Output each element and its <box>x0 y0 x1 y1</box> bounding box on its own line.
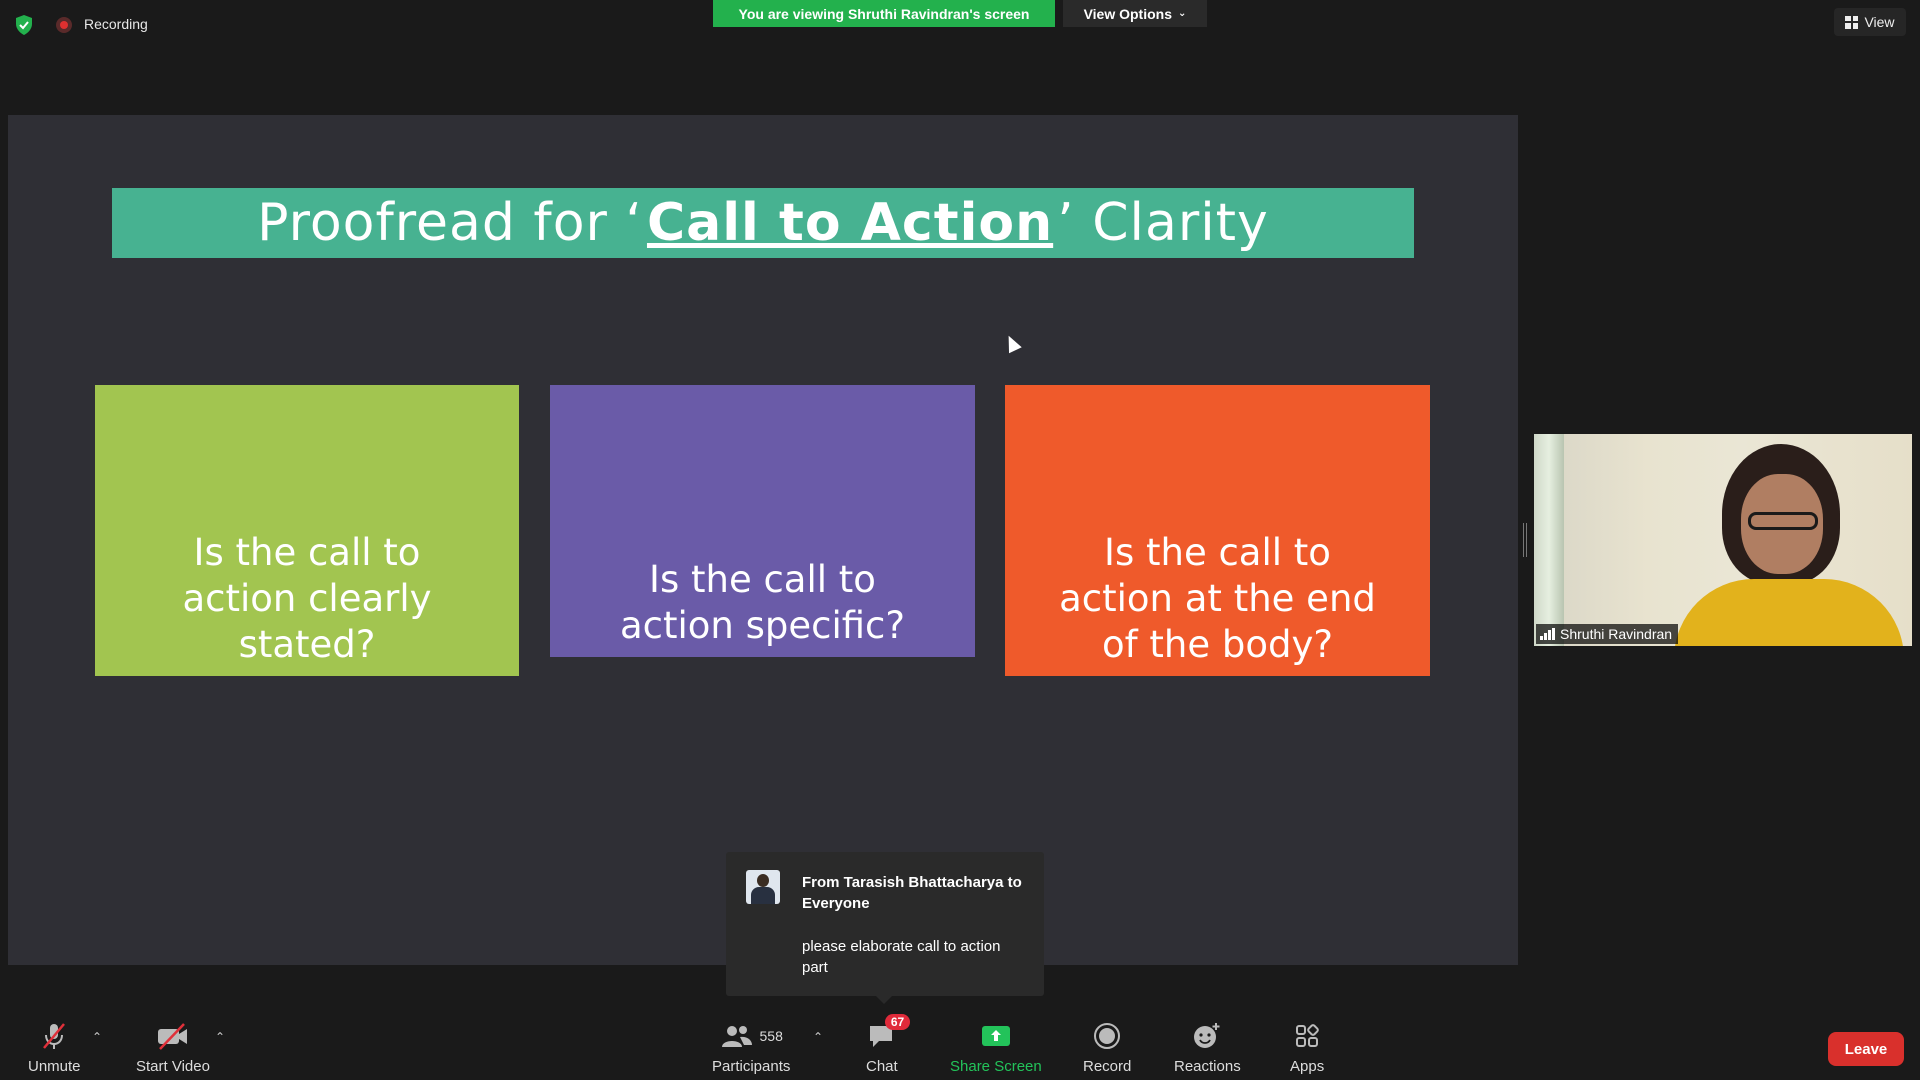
slide-title: Proofread for ‘ Call to Action ’ Clarity <box>112 188 1414 258</box>
chat-notification[interactable]: From Tarasish Bhattacharya to Everyone p… <box>726 852 1044 1004</box>
resize-handle[interactable] <box>1523 523 1527 557</box>
unmute-label: Unmute <box>28 1058 81 1075</box>
record-icon <box>1093 1020 1121 1052</box>
recording-icon[interactable] <box>56 17 72 33</box>
chat-badge: 67 <box>884 1014 911 1030</box>
participants-caret[interactable]: ⌃ <box>813 1030 823 1044</box>
bottom-toolbar: Unmute ⌃ Start Video ⌃ 558 Participants … <box>0 1010 1920 1080</box>
apps-button[interactable]: Apps <box>1290 1020 1324 1075</box>
start-video-button[interactable]: Start Video <box>136 1020 210 1075</box>
viewing-banner: You are viewing Shruthi Ravindran's scre… <box>713 0 1055 27</box>
apps-label: Apps <box>1290 1058 1325 1075</box>
slide-box-end-of-body: Is the call to action at the end of the … <box>1005 385 1430 676</box>
muted-mic-icon <box>39 1020 69 1052</box>
top-bar: Recording You are viewing Shruthi Ravind… <box>0 0 1920 50</box>
reactions-icon <box>1192 1020 1222 1052</box>
speaker-video-tile[interactable] <box>1534 434 1912 646</box>
start-video-label: Start Video <box>136 1058 210 1075</box>
unmute-button[interactable]: Unmute <box>28 1020 81 1075</box>
participants-label: Participants <box>712 1058 791 1075</box>
chat-message: please elaborate call to action part <box>802 938 1001 976</box>
audio-options-caret[interactable]: ⌃ <box>92 1030 102 1044</box>
apps-icon <box>1293 1020 1321 1052</box>
slide-title-suffix: ’ Clarity <box>1057 193 1269 253</box>
share-screen-button[interactable]: Share Screen <box>950 1020 1042 1075</box>
chat-label: Chat <box>866 1058 898 1075</box>
slide-title-prefix: Proofread for ‘ <box>257 193 643 253</box>
share-screen-label: Share Screen <box>950 1058 1042 1075</box>
participants-button[interactable]: 558 Participants <box>712 1020 790 1075</box>
chat-sender: From Tarasish Bhattacharya to Everyone <box>802 874 1022 912</box>
chat-button[interactable]: 67 Chat <box>866 1014 911 1075</box>
slide-box-clearly-stated: Is the call to action clearly stated? <box>95 385 519 676</box>
record-label: Record <box>1083 1058 1132 1075</box>
participants-icon <box>721 1026 752 1047</box>
video-off-icon <box>156 1020 190 1052</box>
recording-label: Recording <box>84 16 148 32</box>
slide-box-specific: Is the call to action specific? <box>550 385 975 657</box>
video-options-caret[interactable]: ⌃ <box>215 1030 225 1044</box>
share-screen-icon <box>980 1020 1012 1052</box>
reactions-label: Reactions <box>1174 1058 1241 1075</box>
view-options-label: View Options <box>1083 5 1173 22</box>
speaker-name-tag: Shruthi Ravindran <box>1536 624 1679 644</box>
participants-count: 558 <box>759 1028 783 1044</box>
record-button[interactable]: Record <box>1083 1020 1131 1075</box>
signal-icon <box>1540 628 1555 640</box>
chevron-down-icon: ⌄ <box>1178 8 1187 19</box>
view-options-button[interactable]: View Options ⌄ <box>1063 0 1207 27</box>
leave-button[interactable]: Leave <box>1828 1032 1904 1066</box>
shared-screen: Proofread for ‘ Call to Action ’ Clarity… <box>8 115 1518 965</box>
reactions-button[interactable]: Reactions <box>1174 1020 1241 1075</box>
speaker-name: Shruthi Ravindran <box>1560 626 1673 642</box>
cursor-icon <box>1002 332 1022 354</box>
slide-title-emphasis: Call to Action <box>646 193 1054 253</box>
grid-icon <box>1845 15 1859 29</box>
shield-icon[interactable] <box>14 14 34 36</box>
avatar <box>746 870 780 904</box>
view-label: View <box>1864 14 1895 30</box>
view-button[interactable]: View <box>1834 8 1906 36</box>
